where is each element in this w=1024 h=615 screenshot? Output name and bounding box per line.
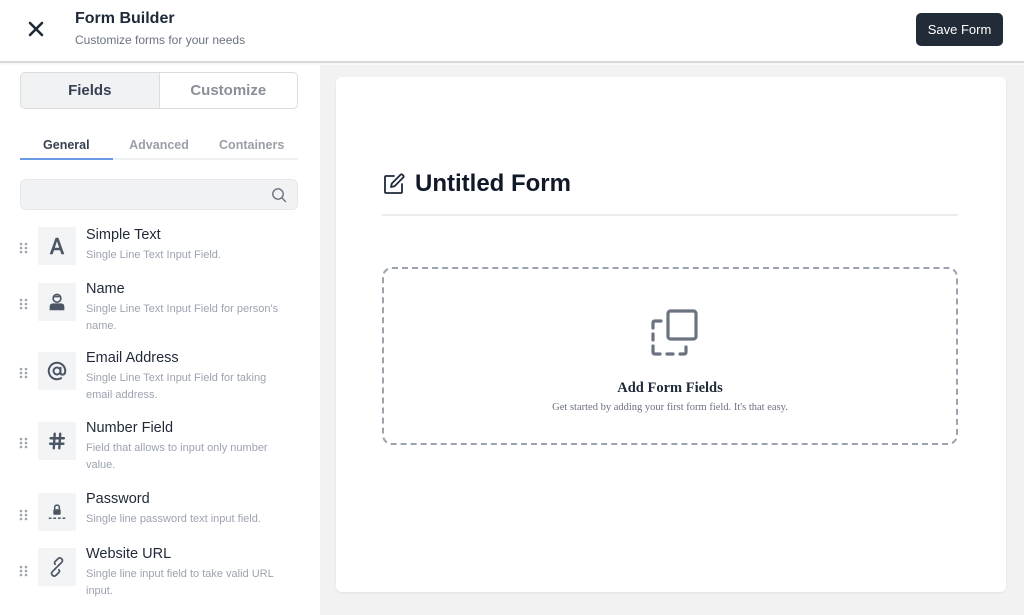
field-title: Name <box>86 281 125 297</box>
close-icon <box>28 21 44 37</box>
field-description: Single Line Text Input Field for taking … <box>86 372 267 401</box>
dropzone-subtitle: Get started by adding your first form fi… <box>552 402 788 413</box>
drag-handle-icon[interactable] <box>19 508 28 521</box>
tab-containers[interactable]: Containers <box>205 135 298 158</box>
field-category-tabs: General Advanced Containers <box>20 135 298 160</box>
form-title[interactable]: Untitled Form <box>415 170 571 198</box>
field-title: Number Field <box>86 420 174 436</box>
field-item-name[interactable]: Name Single Line Text Input Field for pe… <box>0 281 320 341</box>
form-canvas-area: Untitled Form Add Form Fields Get starte… <box>320 65 1024 615</box>
link-icon <box>38 548 76 586</box>
search-input[interactable] <box>21 180 261 209</box>
field-item-email-address[interactable]: Email Address Single Line Text Input Fie… <box>0 350 320 410</box>
field-title: Password <box>86 491 150 507</box>
drag-handle-icon[interactable] <box>19 241 28 254</box>
segment-fields[interactable]: Fields <box>21 73 160 108</box>
segment-customize[interactable]: Customize <box>159 73 297 108</box>
tab-advanced[interactable]: Advanced <box>113 135 206 158</box>
save-form-button[interactable]: Save Form <box>916 13 1003 46</box>
field-item-number-field[interactable]: Number Field Field that allows to input … <box>0 420 320 480</box>
add-form-fields-dropzone[interactable]: Add Form Fields Get started by adding yo… <box>382 267 958 445</box>
field-search <box>20 179 298 210</box>
field-item-password[interactable]: Password Single line password text input… <box>0 491 320 551</box>
title-divider <box>382 214 958 216</box>
dropzone-title: Add Form Fields <box>617 380 723 396</box>
field-item-simple-text[interactable]: Simple Text Single Line Text Input Field… <box>0 227 320 287</box>
person-icon <box>38 283 76 321</box>
field-description: Field that allows to input only number v… <box>86 442 268 471</box>
drag-handle-icon[interactable] <box>19 436 28 449</box>
at-sign-icon <box>38 352 76 390</box>
sidebar: Fields Customize General Advanced Contai… <box>0 65 320 615</box>
drag-handle-icon[interactable] <box>19 297 28 310</box>
letter-a-icon <box>38 227 76 265</box>
page-subtitle: Customize forms for your needs <box>75 33 246 47</box>
field-description: Single Line Text Input Field for person'… <box>86 303 279 332</box>
header: Form Builder Customize forms for your ne… <box>0 0 1024 63</box>
hash-icon <box>38 422 76 460</box>
field-title: Email Address <box>86 350 179 366</box>
page-title: Form Builder <box>75 10 175 27</box>
lock-icon <box>38 493 76 531</box>
field-description: Single Line Text Input Field. <box>86 249 221 261</box>
drag-handle-icon[interactable] <box>19 564 28 577</box>
field-title: Website URL <box>86 546 172 562</box>
edit-icon[interactable] <box>382 172 406 196</box>
tab-general[interactable]: General <box>20 135 113 160</box>
field-description: Single line input field to take valid UR… <box>86 568 274 597</box>
form-title-row[interactable]: Untitled Form <box>382 170 571 198</box>
add-fields-icon <box>651 309 698 356</box>
drag-handle-icon[interactable] <box>19 366 28 379</box>
panel-segment-control: Fields Customize <box>20 72 298 109</box>
form-card: Untitled Form Add Form Fields Get starte… <box>336 77 1006 592</box>
field-description: Single line password text input field. <box>86 513 261 525</box>
field-item-website-url[interactable]: Website URL Single line input field to t… <box>0 546 320 606</box>
search-icon[interactable] <box>271 187 287 203</box>
field-title: Simple Text <box>86 227 161 243</box>
close-button[interactable] <box>24 17 48 41</box>
